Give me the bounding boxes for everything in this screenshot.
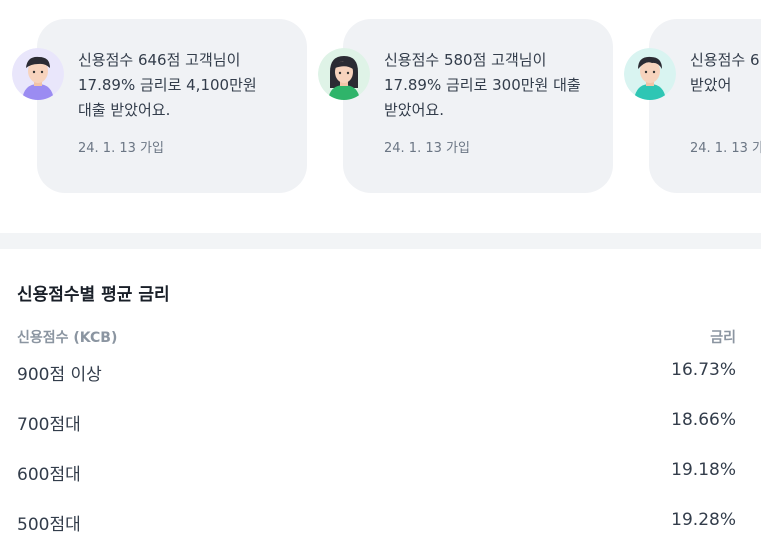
score-range: 700점대 <box>17 415 81 435</box>
score-range: 600점대 <box>17 465 81 485</box>
female-user-avatar-icon <box>318 48 370 100</box>
male-user-avatar-icon <box>624 48 676 100</box>
average-rate: 16.73% <box>671 360 736 380</box>
table-row: 700점대 18.66% <box>17 410 736 440</box>
review-text: 신용점수 6 17.89% 대출 받았어 <box>690 51 761 94</box>
review-text: 신용점수 646점 고객님이 17.89% 금리로 4,100만원 대출 받았어… <box>78 51 257 119</box>
review-card[interactable]: 신용점수 6 17.89% 대출 받았어 24. 1. 13 가 <box>649 19 761 193</box>
review-card[interactable]: 신용점수 580점 고객님이 17.89% 금리로 300만원 대출 받았어요.… <box>343 19 613 193</box>
review-date: 24. 1. 13 가입 <box>78 141 164 156</box>
table-row: 600점대 19.18% <box>17 460 736 490</box>
review-date: 24. 1. 13 가 <box>690 141 761 156</box>
review-text: 신용점수 580점 고객님이 17.89% 금리로 300만원 대출 받았어요. <box>384 51 581 119</box>
table-row: 900점 이상 16.73% <box>17 360 736 390</box>
average-rate: 19.28% <box>671 510 736 530</box>
review-card[interactable]: 신용점수 646점 고객님이 17.89% 금리로 4,100만원 대출 받았어… <box>37 19 307 193</box>
review-date: 24. 1. 13 가입 <box>384 141 470 156</box>
section-title: 신용점수별 평균 금리 <box>17 285 170 305</box>
average-rate: 19.18% <box>671 460 736 480</box>
table-row: 500점대 19.28% <box>17 510 736 540</box>
review-carousel[interactable]: 신용점수 646점 고객님이 17.89% 금리로 4,100만원 대출 받았어… <box>0 0 761 233</box>
male-user-avatar-icon <box>12 48 64 100</box>
average-rate: 18.66% <box>671 410 736 430</box>
score-range: 900점 이상 <box>17 365 102 385</box>
score-range: 500점대 <box>17 515 81 535</box>
column-header-rate: 금리 <box>710 330 736 346</box>
section-divider <box>0 233 761 249</box>
column-header-score: 신용점수 (KCB) <box>17 330 118 346</box>
